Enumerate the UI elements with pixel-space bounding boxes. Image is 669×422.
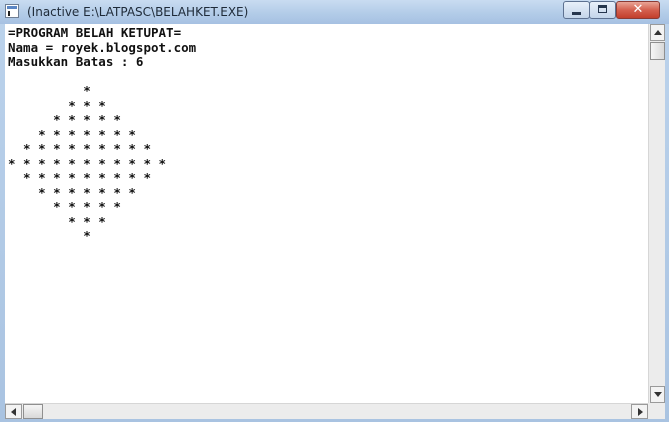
vertical-scrollbar[interactable] — [648, 24, 665, 403]
console-window: (Inactive E:\LATPASC\BELAHKET.EXE) ✕ =PR… — [0, 0, 669, 422]
console-line: * * * * * * * * * * * — [8, 155, 167, 171]
console-line: * * * * * * * — [8, 184, 136, 200]
console-line: * * * * * * * — [8, 126, 136, 142]
arrow-up-icon — [654, 30, 662, 35]
arrow-down-icon — [654, 392, 662, 397]
console-line: * — [8, 83, 91, 98]
vertical-scroll-thumb[interactable] — [650, 42, 665, 60]
maximize-button[interactable] — [589, 1, 616, 19]
size-grip[interactable] — [648, 403, 665, 419]
console-line: * * * * * * * * * — [8, 141, 151, 156]
console-line: Nama = royek.blogspot.com — [8, 39, 197, 55]
console-window-icon[interactable] — [5, 4, 19, 18]
minimize-button[interactable] — [563, 1, 590, 19]
console-line: * — [8, 228, 91, 243]
arrow-left-icon — [11, 408, 16, 416]
console-line: * * * * * — [8, 199, 121, 214]
window-title: (Inactive E:\LATPASC\BELAHKET.EXE) — [27, 5, 249, 19]
console-line: * * * * * — [8, 112, 121, 127]
horizontal-scroll-thumb[interactable] — [23, 404, 43, 419]
close-icon: ✕ — [632, 2, 644, 17]
console-output: =PROGRAM BELAH KETUPAT= Nama = royek.blog… — [5, 24, 648, 244]
console-line: * * * — [8, 213, 106, 229]
console-line: * * * — [8, 97, 106, 113]
console-line: Masukkan Batas : 6 — [8, 54, 144, 69]
arrow-right-icon — [638, 408, 643, 416]
scroll-up-button[interactable] — [650, 24, 665, 41]
close-button[interactable]: ✕ — [616, 1, 660, 19]
console-line: * * * * * * * * * — [8, 170, 151, 185]
title-bar[interactable]: (Inactive E:\LATPASC\BELAHKET.EXE) ✕ — [0, 0, 669, 24]
scroll-right-button[interactable] — [631, 404, 648, 419]
console-output-area[interactable]: =PROGRAM BELAH KETUPAT= Nama = royek.blog… — [5, 24, 648, 403]
horizontal-scrollbar[interactable] — [5, 403, 648, 419]
maximize-icon — [598, 5, 607, 13]
scroll-down-button[interactable] — [650, 386, 665, 403]
console-line: =PROGRAM BELAH KETUPAT= — [8, 25, 182, 40]
scroll-left-button[interactable] — [5, 404, 22, 419]
minimize-icon — [572, 12, 581, 15]
